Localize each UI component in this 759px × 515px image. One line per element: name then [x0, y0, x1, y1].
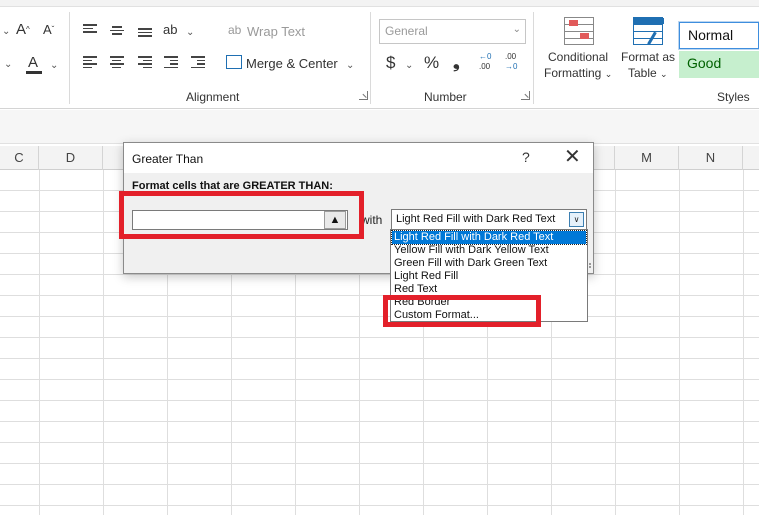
number-dialog-launcher-icon[interactable] [521, 91, 530, 100]
grid-line [679, 170, 680, 515]
format-select-value: Light Red Fill with Dark Red Text [396, 213, 556, 225]
format-option[interactable]: Light Red Fill with Dark Red Text [391, 230, 587, 245]
chevron-down-icon: ⌄ [512, 24, 521, 35]
cell-styles-gallery: Normal Good [678, 20, 759, 80]
merge-center-button[interactable]: Merge & Center [246, 56, 338, 71]
with-label: with [361, 213, 383, 227]
conditional-formatting-label-line2[interactable]: Formatting ⌄ [544, 66, 612, 80]
format-option[interactable]: Light Red Fill [392, 270, 586, 283]
align-center-icon[interactable] [110, 56, 124, 68]
number-format-value: General [385, 24, 428, 38]
chevron-down-icon[interactable]: ∨ [569, 212, 584, 227]
column-header[interactable]: D [39, 146, 103, 170]
merge-center-chevron-icon[interactable]: ⌄ [346, 57, 354, 75]
style-normal[interactable]: Normal [678, 21, 759, 50]
highlight-box-input [119, 191, 364, 239]
increase-font-size-icon[interactable]: A^ [16, 21, 30, 39]
conditional-formatting-icon[interactable] [564, 17, 594, 45]
wrap-text-button[interactable]: Wrap Text [247, 24, 305, 39]
increase-indent-icon[interactable] [191, 56, 205, 68]
font-color-swatch [26, 71, 42, 74]
group-separator [69, 12, 70, 104]
decrease-decimal-bottom: →0 [505, 62, 518, 71]
ribbon: ⌄ A^ Aˇ ⌄ A ⌄ ab ⌄ ab Wrap Text Merge & … [0, 0, 759, 110]
style-good[interactable]: Good [679, 51, 759, 78]
merge-center-icon[interactable] [226, 55, 242, 69]
font-color-chevron-icon[interactable]: ⌄ [50, 57, 58, 75]
increase-decimal-icon[interactable]: ←0 .00 [479, 52, 501, 72]
align-left-icon[interactable] [83, 56, 97, 68]
format-option[interactable]: Green Fill with Dark Green Text [392, 257, 586, 270]
group-separator [533, 12, 534, 104]
column-header[interactable]: M [615, 146, 679, 170]
increase-decimal-bottom: .00 [479, 62, 491, 71]
grid-line [615, 170, 616, 515]
top-align-icon[interactable] [83, 24, 97, 36]
dialog-titlebar[interactable]: Greater Than ? ✕ [124, 143, 593, 173]
middle-align-icon[interactable] [110, 26, 124, 38]
ribbon-bottom-border [0, 108, 759, 109]
number-group-label: Number [424, 90, 467, 104]
orientation-chevron-icon[interactable]: ⌄ [186, 24, 194, 42]
conditional-formatting-label-line1[interactable]: Conditional [548, 50, 608, 64]
currency-chevron-icon[interactable]: ⌄ [405, 57, 413, 75]
orientation-icon[interactable]: ab [163, 21, 177, 39]
format-as-table-label-line2[interactable]: Table ⌄ [628, 66, 668, 80]
comma-style-icon[interactable]: ❟ [453, 54, 460, 72]
styles-group-label: Styles [717, 90, 750, 104]
number-format-dropdown[interactable]: General ⌄ [379, 19, 526, 44]
dialog-title: Greater Than [132, 152, 204, 166]
grid-line [103, 170, 104, 515]
column-header[interactable]: N [679, 146, 743, 170]
fill-color-dropdown-chevron-icon[interactable]: ⌄ [4, 56, 12, 74]
close-icon[interactable]: ✕ [564, 146, 581, 168]
bottom-align-icon[interactable] [138, 28, 152, 40]
currency-format-icon[interactable]: $ [386, 54, 395, 72]
grid-line [743, 170, 744, 515]
alignment-group-label: Alignment [186, 90, 240, 104]
align-right-icon[interactable] [138, 56, 152, 68]
formula-bar-area [0, 110, 759, 144]
help-icon[interactable]: ? [522, 149, 530, 165]
wrap-text-icon[interactable]: ab [228, 21, 241, 39]
format-as-table-label-line1[interactable]: Format as [621, 50, 675, 64]
format-option[interactable]: Yellow Fill with Dark Yellow Text [392, 244, 586, 257]
percent-style-icon[interactable]: % [424, 54, 439, 72]
decrease-decimal-top: .00 [505, 52, 517, 61]
decrease-decimal-icon[interactable]: .00 →0 [505, 52, 527, 72]
column-header[interactable]: C [0, 146, 39, 170]
format-select[interactable]: Light Red Fill with Dark Red Text ∨ [391, 209, 587, 230]
grid-line [39, 170, 40, 515]
decrease-indent-icon[interactable] [164, 56, 178, 68]
decrease-font-size-icon[interactable]: Aˇ [43, 21, 54, 39]
ribbon-top-strip [0, 0, 759, 7]
font-size-dropdown-chevron-icon[interactable]: ⌄ [2, 23, 10, 41]
alignment-dialog-launcher-icon[interactable] [359, 91, 368, 100]
group-separator [370, 12, 371, 104]
increase-decimal-top: ←0 [479, 52, 492, 61]
highlight-box-options [383, 295, 541, 327]
font-color-icon[interactable]: A [28, 54, 38, 72]
